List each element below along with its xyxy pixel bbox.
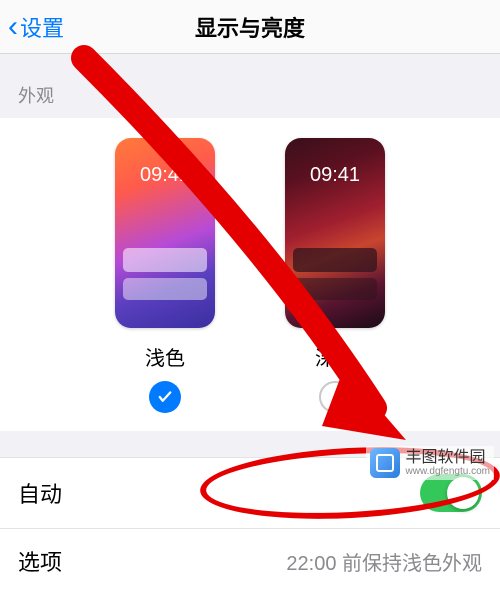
watermark-logo-icon [370, 448, 400, 478]
appearance-option-dark[interactable]: 09:41 深色 [285, 138, 385, 413]
switch-knob-icon [447, 477, 479, 509]
appearance-option-light[interactable]: 09:41 浅色 [115, 138, 215, 413]
chevron-left-icon: ‹ [8, 12, 18, 42]
light-radio[interactable] [149, 381, 181, 413]
preview-time: 09:41 [285, 164, 385, 187]
auto-label: 自动 [18, 477, 62, 509]
preview-time: 09:41 [115, 164, 215, 187]
options-label: 选项 [18, 545, 62, 577]
section-header-appearance: 外观 [0, 54, 500, 118]
back-label: 设置 [20, 11, 64, 43]
row-options[interactable]: 选项 22:00 前保持浅色外观 [0, 528, 500, 593]
navbar: ‹ 设置 显示与亮度 [0, 0, 500, 54]
back-button[interactable]: ‹ 设置 [0, 11, 64, 43]
dark-label: 深色 [315, 342, 355, 371]
dark-preview-icon: 09:41 [285, 138, 385, 328]
watermark-text: 丰图软件园 www.dgfengtu.com [406, 449, 491, 478]
light-preview-icon: 09:41 [115, 138, 215, 328]
checkmark-icon [156, 388, 174, 406]
light-label: 浅色 [145, 342, 185, 371]
watermark: 丰图软件园 www.dgfengtu.com [366, 446, 495, 480]
appearance-panel: 09:41 浅色 09:41 深色 [0, 118, 500, 431]
options-detail: 22:00 前保持浅色外观 [286, 547, 482, 576]
dark-radio[interactable] [319, 381, 351, 413]
page-title: 显示与亮度 [0, 11, 500, 43]
